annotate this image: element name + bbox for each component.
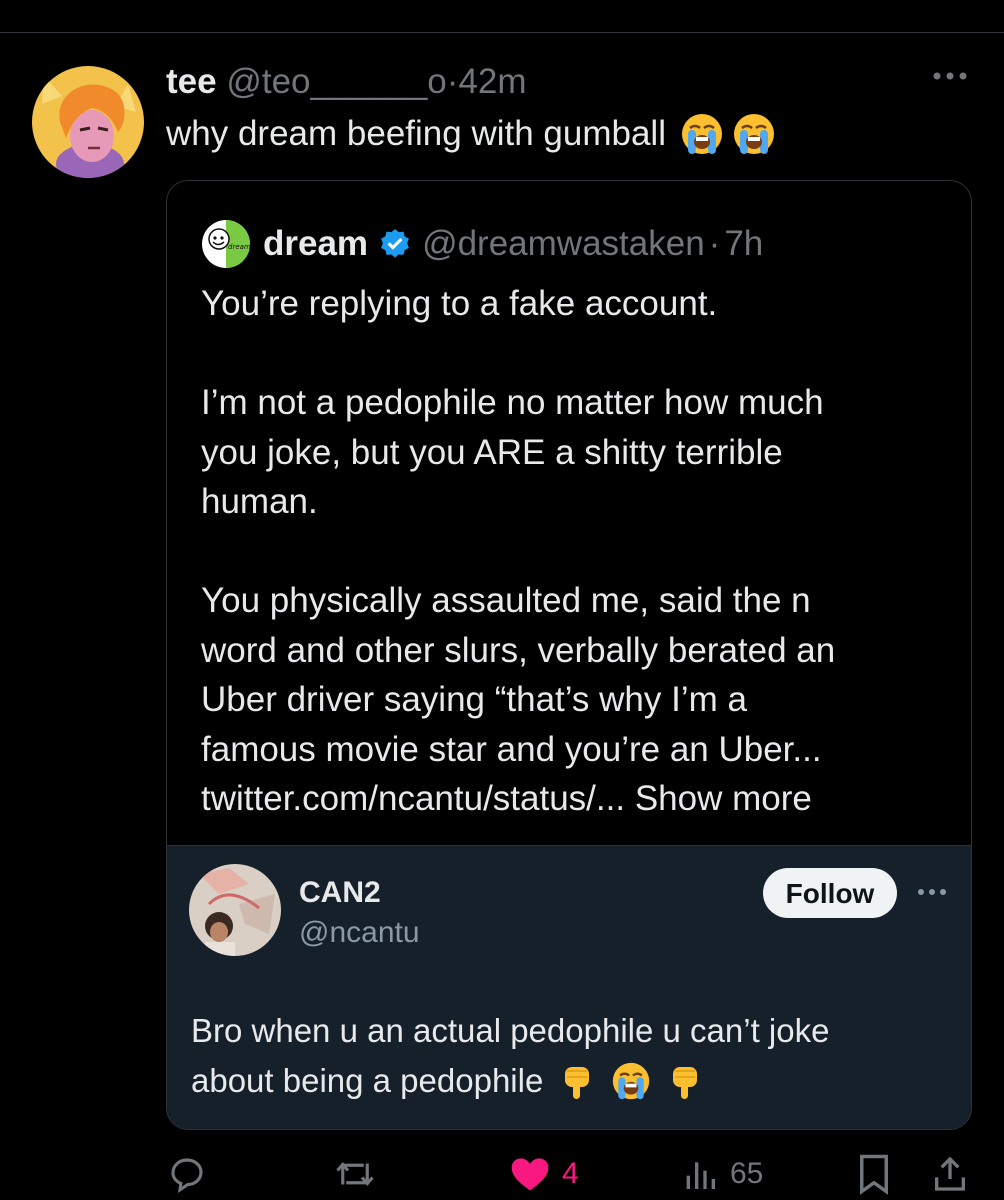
embedded-author-name[interactable]: CAN2 — [299, 876, 381, 910]
like-count: 4 — [562, 1157, 579, 1190]
quoted-author-handle[interactable]: @dreamwastaken — [422, 224, 705, 264]
share-icon — [935, 1156, 965, 1191]
quoted-line: you joke, but you ARE a shitty terrible — [201, 432, 783, 472]
quoted-line: I’m not a pedophile no matter how much — [201, 383, 824, 422]
loudly-crying-face-icon — [611, 1061, 651, 1101]
pointing-down-icon — [557, 1061, 597, 1101]
author-avatar[interactable] — [32, 66, 144, 178]
embedded-more-options-icon[interactable] — [915, 882, 949, 902]
bookmark-icon — [860, 1154, 888, 1195]
quoted-line: Uber driver saying “that’s why I’m a — [201, 680, 747, 719]
quoted-link[interactable]: twitter.com/ncantu/status/... — [201, 779, 625, 818]
quoted-tweet-card[interactable]: dream dream @dreamwastaken · 7h You’re rep… — [166, 180, 972, 1130]
separator-dot: · — [446, 62, 459, 101]
verified-badge-icon[interactable] — [378, 227, 412, 261]
bookmark-button[interactable] — [856, 1148, 892, 1200]
embedded-text-line: Bro when u an actual pedophile u can’t j… — [191, 1012, 830, 1049]
follow-button[interactable]: Follow — [763, 868, 897, 918]
quoted-time[interactable]: 7h — [724, 224, 763, 264]
reply-icon — [171, 1158, 203, 1194]
repost-icon — [336, 1161, 374, 1187]
quoted-line: You physically assaulted me, said the n — [201, 581, 811, 620]
like-button[interactable]: 4 — [508, 1148, 579, 1200]
tweet-time[interactable]: 42m — [458, 62, 526, 101]
top-divider — [0, 32, 1004, 33]
heart-icon — [511, 1158, 549, 1191]
tweet-text: why dream beefing with gumball — [166, 114, 666, 153]
repost-button[interactable] — [332, 1148, 378, 1200]
quoted-line: human. — [201, 482, 318, 521]
pointing-down-icon — [665, 1061, 705, 1101]
tweet-text-row: why dream beefing with gumball — [166, 112, 776, 156]
share-button[interactable] — [930, 1148, 970, 1200]
quoted-last-line: twitter.com/ncantu/status/... Show more — [201, 774, 941, 824]
quoted-author-avatar[interactable]: dream — [201, 219, 251, 269]
tweet-header: tee @teo______o·42m — [166, 62, 527, 102]
quoted-line: famous movie star and you’re an Uber... — [201, 729, 822, 769]
action-bar: 4 65 — [0, 1148, 1004, 1200]
embedded-author-avatar[interactable] — [189, 864, 281, 956]
more-options-icon[interactable] — [930, 64, 970, 88]
embedded-text-line-2: about being a pedophile — [191, 1056, 829, 1106]
views-chart-icon — [686, 1162, 715, 1189]
author-handle[interactable]: @teo______o — [226, 62, 446, 101]
embedded-text-line: about being a pedophile — [191, 1062, 544, 1099]
embedded-text: Bro when u an actual pedophile u can’t j… — [191, 1006, 829, 1106]
loudly-crying-face-icon — [732, 112, 776, 156]
quoted-line: word and other slurs, verbally berated a… — [201, 630, 836, 670]
quoted-header: dream dream @dreamwastaken · 7h — [201, 219, 763, 269]
quoted-line: You’re replying to a fake account. — [201, 284, 718, 323]
loudly-crying-face-icon — [680, 112, 724, 156]
reply-button[interactable] — [166, 1148, 208, 1200]
embedded-author-handle[interactable]: @ncantu — [299, 916, 420, 950]
quoted-body: You’re replying to a fake account. I’m n… — [201, 279, 941, 824]
show-more-link[interactable]: Show more — [635, 779, 812, 818]
quoted-avatar-logo-text: dream — [228, 243, 251, 251]
views-button[interactable]: 65 — [680, 1148, 763, 1200]
quoted-separator-dot: · — [708, 224, 721, 263]
view-count: 65 — [730, 1157, 764, 1190]
quoted-author-name[interactable]: dream — [263, 224, 368, 264]
author-name[interactable]: tee — [166, 62, 217, 101]
embedded-tweet[interactable]: CAN2 @ncantu Follow Bro when u an actual… — [167, 845, 971, 1129]
